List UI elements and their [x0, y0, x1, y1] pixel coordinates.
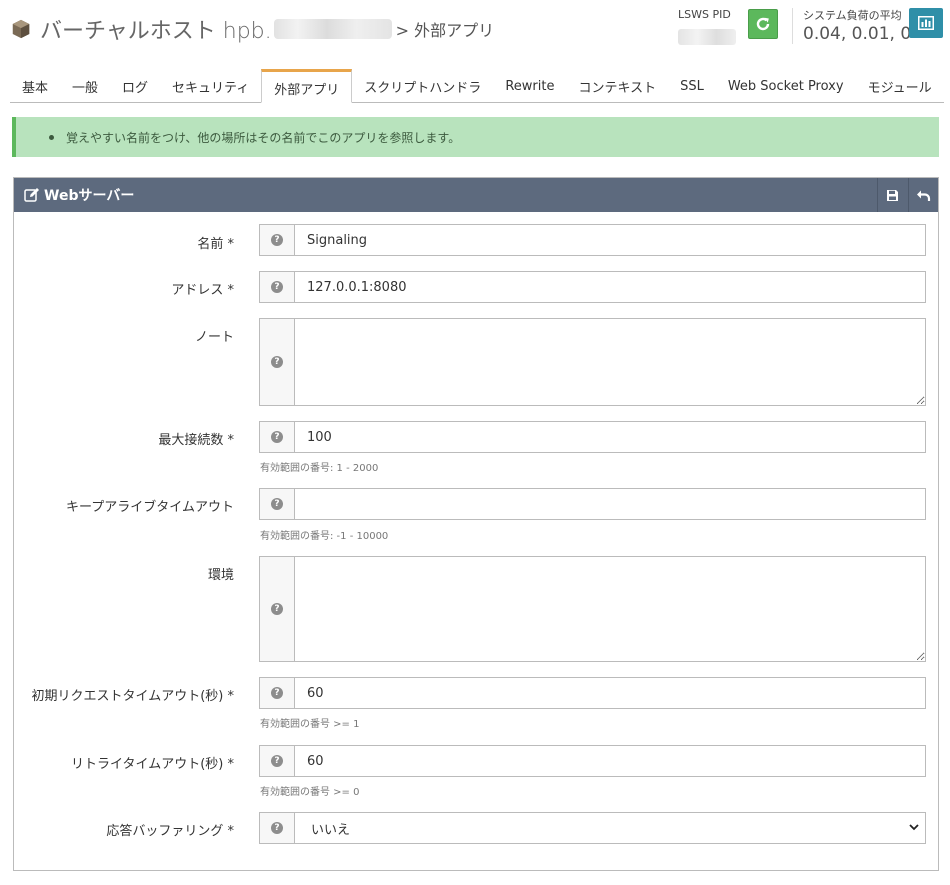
redacted-pid: [678, 29, 736, 45]
tab-context[interactable]: コンテキスト: [566, 70, 668, 102]
note-field: ?: [259, 318, 926, 406]
address-input[interactable]: [295, 272, 925, 302]
keepalive-field: ?: [259, 488, 926, 520]
help-icon: ?: [271, 281, 283, 293]
help-button[interactable]: ?: [260, 422, 295, 452]
retry-timeout-input[interactable]: [295, 746, 925, 776]
undo-button[interactable]: [908, 178, 938, 212]
retry-timeout-label: リトライタイムアウト(秒) *: [71, 757, 234, 772]
panel-title: Webサーバー: [44, 188, 135, 204]
help-icon: ?: [271, 603, 283, 615]
tab-basic[interactable]: 基本: [10, 70, 60, 102]
help-icon: ?: [271, 822, 283, 834]
help-button[interactable]: ?: [260, 557, 295, 661]
help-button[interactable]: ?: [260, 225, 295, 255]
cube-icon: [12, 19, 30, 39]
info-alert: 覚えやすい名前をつけ、他の場所はその名前でこのアプリを参照します。: [12, 117, 939, 157]
restart-button[interactable]: [748, 9, 778, 39]
tab-rewrite[interactable]: Rewrite: [493, 70, 566, 102]
max-conns-field: ?: [259, 421, 926, 453]
save-icon: [887, 189, 898, 201]
pid-block: LSWS PID: [678, 8, 738, 45]
resp-buffer-field: ? いいえ: [259, 812, 926, 844]
env-textarea[interactable]: [295, 557, 925, 661]
note-textarea[interactable]: [295, 319, 925, 405]
system-load: システム負荷の平均 0.04, 0.01, 0: [803, 7, 911, 44]
alert-message: 覚えやすい名前をつけ、他の場所はその名前でこのアプリを参照します。: [66, 130, 461, 145]
resp-buffer-value: いいえ: [311, 822, 351, 838]
retry-timeout-field: ?: [259, 745, 926, 777]
help-icon: ?: [271, 356, 283, 368]
help-button[interactable]: ?: [260, 813, 295, 843]
init-timeout-input[interactable]: [295, 678, 925, 708]
tab-general[interactable]: 一般: [60, 70, 110, 102]
title-prefix: バーチャルホスト hpb.: [40, 19, 272, 44]
help-icon: ?: [271, 498, 283, 510]
breadcrumb: > 外部アプリ: [395, 21, 495, 40]
help-icon: ?: [271, 431, 283, 443]
tab-security[interactable]: セキュリティ: [160, 70, 261, 102]
max-conns-hint: 有効範囲の番号: 1 - 2000: [260, 463, 379, 474]
help-button[interactable]: ?: [260, 489, 295, 519]
tab-external-app[interactable]: 外部アプリ: [261, 69, 353, 103]
address-label: アドレス *: [171, 283, 234, 298]
max-conns-input[interactable]: [295, 422, 925, 452]
header-divider: [792, 8, 793, 44]
edit-icon: [24, 188, 39, 202]
help-button[interactable]: ?: [260, 746, 295, 776]
name-label: 名前 *: [197, 237, 234, 252]
tab-websocket-proxy[interactable]: Web Socket Proxy: [716, 70, 856, 102]
tab-ssl[interactable]: SSL: [668, 70, 716, 102]
help-icon: ?: [271, 687, 283, 699]
undo-icon: [917, 190, 931, 201]
keepalive-input[interactable]: [295, 489, 925, 519]
init-timeout-field: ?: [259, 677, 926, 709]
chevron-down-icon: [909, 824, 919, 831]
tab-bar: 基本 一般 ログ セキュリティ 外部アプリ スクリプトハンドラ Rewrite …: [10, 69, 944, 103]
help-icon: ?: [271, 234, 283, 246]
max-conns-label: 最大接続数 *: [158, 433, 234, 448]
panel-header: Webサーバー: [14, 178, 938, 212]
bullet-icon: [49, 134, 54, 140]
tab-modules[interactable]: モジュール: [856, 70, 944, 102]
resp-buffer-label: 応答バッファリング *: [106, 824, 234, 839]
keepalive-hint: 有効範囲の番号: -1 - 10000: [260, 531, 389, 542]
help-button[interactable]: ?: [260, 272, 295, 302]
redacted-hostname: [273, 19, 392, 39]
init-timeout-label: 初期リクエストタイムアウト(秒) *: [31, 689, 234, 704]
tab-script-handler[interactable]: スクリプトハンドラ: [352, 70, 493, 102]
env-field: ?: [259, 556, 926, 662]
address-field: ?: [259, 271, 926, 303]
page: バーチャルホスト hpb. > 外部アプリ LSWS PID システム負荷の平均…: [0, 0, 950, 885]
pid-label: LSWS PID: [678, 8, 731, 21]
name-input[interactable]: [295, 225, 925, 255]
env-label: 環境: [207, 568, 234, 583]
help-icon: ?: [271, 755, 283, 767]
name-field: ?: [259, 224, 926, 256]
init-timeout-hint: 有効範囲の番号 >= 1: [260, 719, 360, 730]
load-label: システム負荷の平均: [803, 9, 902, 22]
load-value: 0.04, 0.01, 0: [803, 24, 912, 44]
webserver-panel: Webサーバー 名前 * ? アドレス *: [13, 177, 939, 871]
help-button[interactable]: ?: [260, 678, 295, 708]
save-button[interactable]: [877, 178, 907, 212]
bar-chart-icon: [918, 16, 934, 30]
refresh-icon: [756, 17, 770, 31]
note-label: ノート: [194, 330, 234, 345]
page-title: バーチャルホスト hpb. > 外部アプリ: [10, 12, 494, 46]
tab-log[interactable]: ログ: [110, 70, 160, 102]
keepalive-label: キープアライブタイムアウト: [66, 500, 234, 515]
resp-buffer-select[interactable]: いいえ: [295, 813, 925, 843]
stats-button[interactable]: [909, 8, 943, 38]
help-button[interactable]: ?: [260, 319, 295, 405]
retry-timeout-hint: 有効範囲の番号 >= 0: [260, 787, 360, 798]
